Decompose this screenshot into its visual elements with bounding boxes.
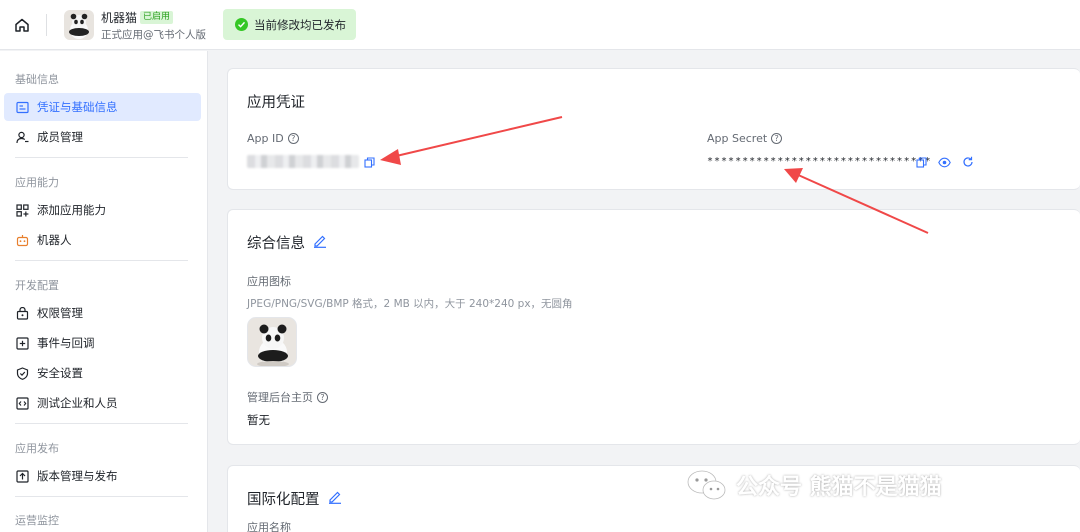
app-subtitle: 正式应用@飞书个人版 [101, 29, 206, 41]
app-secret-label: App Secret ? [707, 132, 783, 145]
divider [15, 260, 188, 261]
sidebar-item-label: 机器人 [37, 233, 72, 247]
divider [15, 157, 188, 158]
sidebar-item-label: 版本管理与发布 [37, 469, 118, 483]
sidebar-item-permissions[interactable]: 权限管理 [4, 299, 201, 327]
card-title: 应用凭证 [247, 95, 305, 111]
sidebar-item-label: 凭证与基础信息 [37, 100, 118, 114]
credential-icon [16, 101, 29, 113]
divider [46, 14, 47, 36]
grid-add-icon [16, 203, 29, 217]
sidebar-item-label: 测试企业和人员 [37, 396, 118, 410]
divider [15, 423, 188, 424]
homepage-label-text: 管理后台主页 [247, 391, 313, 404]
publish-status-banner: 当前修改均已发布 [223, 9, 356, 40]
general-info-card: 综合信息 应用图标 JPEG/PNG/SVG/BMP 格式，2 MB 以内，大于… [227, 209, 1080, 445]
sidebar-item-add-capability[interactable]: 添加应用能力 [4, 196, 201, 224]
sidebar-item-label: 事件与回调 [37, 336, 95, 350]
app-name-label: 应用名称 [247, 521, 291, 532]
sidebar-item-label: 成员管理 [37, 130, 83, 144]
card-title-row: 国际化配置 [247, 488, 342, 509]
test-icon [16, 396, 29, 410]
check-circle-icon [235, 18, 248, 31]
permission-icon [16, 306, 29, 320]
copy-icon[interactable] [362, 155, 376, 169]
app-secret-value: ******************************** [707, 156, 932, 167]
watermark-text: 公众号 熊猫不是猫猫 [736, 475, 942, 500]
status-badge: 已启用 [140, 11, 174, 24]
app-id-label: App ID ? [247, 132, 299, 145]
sidebar-section-title: 开发配置 [15, 279, 59, 292]
sidebar-item-security[interactable]: 安全设置 [4, 359, 201, 387]
homepage-value: 暂无 [247, 413, 270, 427]
robot-icon [16, 234, 29, 246]
watermark: 公众号 熊猫不是猫猫 [686, 468, 942, 502]
help-icon[interactable]: ? [771, 133, 783, 144]
sidebar-item-members[interactable]: 成员管理 [4, 123, 201, 151]
edit-icon[interactable] [328, 490, 342, 508]
app-name: 机器猫 [101, 11, 138, 25]
app-secret-label-text: App Secret [707, 132, 768, 145]
sidebar-item-label: 权限管理 [37, 306, 83, 320]
app-avatar [64, 10, 94, 40]
copy-icon[interactable] [914, 155, 928, 169]
wechat-icon [687, 470, 726, 500]
event-icon [16, 336, 29, 350]
help-icon[interactable]: ? [317, 391, 328, 403]
publish-status-text: 当前修改均已发布 [254, 17, 346, 32]
top-bar: 机器猫 已启用 正式应用@飞书个人版 当前修改均已发布 [0, 0, 1080, 50]
sidebar-section-title: 运营监控 [15, 514, 59, 527]
app-icon-label: 应用图标 [247, 275, 291, 288]
sidebar-item-test[interactable]: 测试企业和人员 [4, 389, 201, 417]
sidebar-item-events[interactable]: 事件与回调 [4, 329, 201, 357]
sidebar-item-credentials[interactable]: 凭证与基础信息 [4, 93, 201, 121]
app-icon-hint: JPEG/PNG/SVG/BMP 格式，2 MB 以内，大于 240*240 p… [247, 298, 573, 310]
app-id-label-text: App ID [247, 132, 284, 145]
credentials-card: 应用凭证 App ID ? App Secret ? *************… [227, 68, 1080, 190]
divider [15, 496, 188, 497]
i18n-card: 国际化配置 应用名称 [227, 465, 1080, 532]
shield-icon [16, 366, 29, 380]
sidebar-item-label: 添加应用能力 [37, 203, 106, 217]
sidebar-section-title: 应用发布 [15, 442, 59, 455]
card-title: 综合信息 [247, 236, 305, 252]
card-title-row: 综合信息 [247, 232, 327, 253]
home-icon[interactable] [12, 15, 32, 35]
homepage-label: 管理后台主页 ? [247, 389, 328, 405]
sidebar-section-title: 应用能力 [15, 176, 59, 189]
edit-icon[interactable] [313, 234, 327, 252]
sidebar-item-robot[interactable]: 机器人 [4, 226, 201, 254]
card-title: 国际化配置 [247, 492, 320, 508]
sidebar-section-title: 基础信息 [15, 73, 59, 86]
app-id-value-redacted [247, 155, 359, 168]
sidebar: 基础信息 凭证与基础信息 成员管理 应用能力 添加应用能力 机器人 开发配置 权… [0, 51, 208, 532]
help-icon[interactable]: ? [287, 133, 299, 144]
eye-icon[interactable] [937, 155, 951, 169]
app-icon-image[interactable] [247, 317, 297, 367]
upload-icon [16, 469, 29, 483]
member-icon [16, 131, 29, 143]
sidebar-item-label: 安全设置 [37, 366, 83, 380]
sidebar-item-versions[interactable]: 版本管理与发布 [4, 462, 201, 490]
refresh-icon[interactable] [961, 155, 975, 169]
